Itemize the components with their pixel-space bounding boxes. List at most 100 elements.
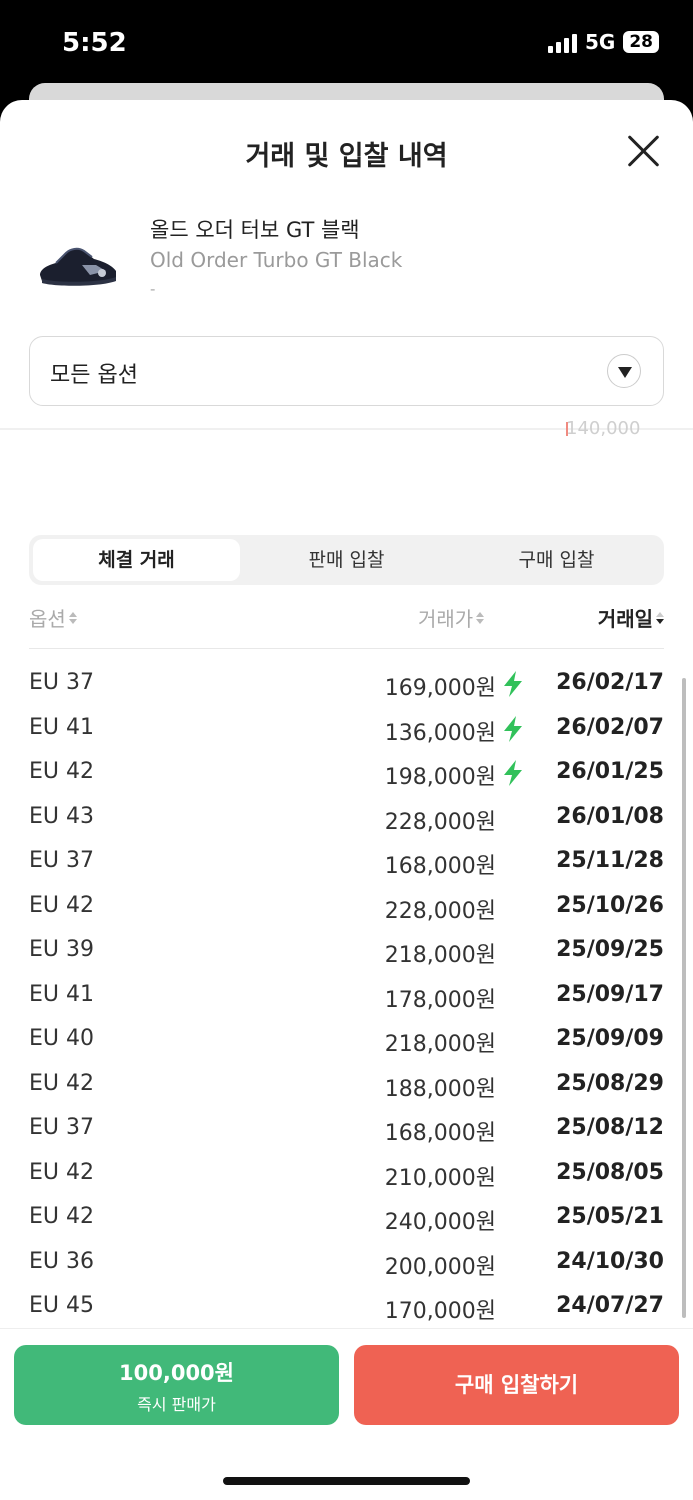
table-row: EU 41 178,000원 25/09/17 bbox=[29, 974, 664, 1019]
option-select[interactable]: 모든 옵션 bbox=[29, 336, 664, 406]
row-date: 25/08/29 bbox=[556, 1070, 664, 1096]
tab-sell-bids[interactable]: 판매 입찰 bbox=[243, 539, 450, 581]
row-price: 136,000원 bbox=[384, 720, 496, 746]
row-date: 25/11/28 bbox=[556, 848, 664, 873]
row-date: 25/05/21 bbox=[556, 1204, 664, 1229]
instant-sell-label: 즉시 판매가 bbox=[137, 1395, 216, 1414]
row-price: 218,000원 bbox=[384, 1032, 496, 1057]
row-option: EU 41 bbox=[29, 714, 94, 740]
table-row: EU 42 210,000원 25/08/05 bbox=[29, 1152, 664, 1197]
row-price: 188,000원 bbox=[384, 1076, 496, 1102]
column-header-date-label: 거래일 bbox=[597, 607, 653, 631]
instant-sell-price: 100,000원 bbox=[119, 1361, 234, 1385]
status-time: 5:52 bbox=[62, 28, 127, 58]
row-date: 25/09/09 bbox=[556, 1026, 664, 1051]
trade-list: EU 37 169,000원 26/02/17 EU 41 136,000원 26/02/… bbox=[29, 662, 664, 1330]
table-row: EU 43 228,000원 26/01/08 bbox=[29, 796, 664, 841]
row-date: 25/09/25 bbox=[556, 937, 664, 962]
row-price: 178,000원 bbox=[384, 987, 496, 1013]
product-image bbox=[40, 247, 116, 286]
row-option: EU 42 bbox=[29, 759, 94, 784]
instant-sell-button[interactable]: 100,000원 즉시 판매가 bbox=[14, 1345, 339, 1425]
row-date: 26/02/07 bbox=[556, 714, 664, 740]
home-indicator bbox=[223, 1477, 470, 1485]
column-header-price[interactable]: 거래가 bbox=[418, 603, 485, 632]
page-title: 거래 및 입찰 내역 bbox=[245, 141, 448, 172]
column-header-date[interactable]: 거래일 bbox=[598, 603, 664, 632]
column-header-option[interactable]: 옵션 bbox=[29, 603, 77, 632]
status-indicators: 5G 28 bbox=[547, 30, 659, 54]
table-row: EU 41 136,000원 26/02/07 bbox=[29, 707, 664, 752]
row-price: 168,000원 bbox=[384, 854, 496, 879]
status-bar: 5:52 5G 28 bbox=[0, 0, 693, 90]
row-price: 218,000원 bbox=[384, 943, 496, 968]
table-row: EU 42 240,000원 25/05/21 bbox=[29, 1196, 664, 1241]
sort-icon bbox=[68, 611, 77, 624]
table-row: EU 37 168,000원 25/11/28 bbox=[29, 840, 664, 885]
row-option: EU 37 bbox=[29, 1115, 94, 1140]
row-price: 228,000원 bbox=[384, 809, 496, 835]
table-row: EU 36 200,000원 24/10/30 bbox=[29, 1241, 664, 1286]
row-price: 200,000원 bbox=[384, 1254, 496, 1280]
product-name-korean: 올드 오더 터보 GT 블랙 bbox=[150, 218, 360, 242]
table-row: EU 42 188,000원 25/08/29 bbox=[29, 1063, 664, 1108]
table-row: EU 37 168,000원 25/08/12 bbox=[29, 1107, 664, 1152]
row-option: EU 45 bbox=[29, 1293, 94, 1318]
row-option: EU 37 bbox=[29, 670, 94, 695]
row-option: EU 37 bbox=[29, 848, 94, 873]
sort-desc-icon bbox=[656, 611, 664, 624]
row-option: EU 42 bbox=[29, 1159, 94, 1185]
row-price: 228,000원 bbox=[384, 898, 496, 924]
row-date: 26/02/17 bbox=[556, 670, 664, 695]
sort-icon bbox=[476, 611, 485, 624]
row-date: 25/09/17 bbox=[556, 981, 664, 1007]
battery-icon: 28 bbox=[623, 31, 659, 53]
option-select-value: 모든 옵션 bbox=[50, 363, 138, 388]
column-header-option-label: 옵션 bbox=[29, 607, 66, 631]
row-date: 25/10/26 bbox=[556, 892, 664, 918]
tab-buy-bids[interactable]: 구매 입찰 bbox=[453, 539, 660, 581]
scrollbar[interactable] bbox=[682, 678, 686, 1318]
row-price: 170,000원 bbox=[384, 1299, 496, 1324]
table-row: EU 37 169,000원 26/02/17 bbox=[29, 662, 664, 707]
row-option: EU 42 bbox=[29, 892, 94, 918]
tab-completed-trades[interactable]: 체결 거래 bbox=[33, 539, 240, 581]
row-price: 240,000원 bbox=[384, 1210, 496, 1235]
buy-bid-button[interactable]: 구매 입찰하기 bbox=[354, 1345, 679, 1425]
lightning-bolt-icon bbox=[504, 671, 522, 697]
table-row: EU 42 198,000원 26/01/25 bbox=[29, 751, 664, 796]
close-icon[interactable] bbox=[622, 130, 664, 172]
network-label: 5G bbox=[584, 30, 616, 54]
signal-icon bbox=[547, 31, 577, 53]
row-option: EU 43 bbox=[29, 803, 94, 829]
row-date: 25/08/12 bbox=[556, 1115, 664, 1140]
product-name-english: Old Order Turbo GT Black bbox=[150, 248, 403, 272]
table-row: EU 40 218,000원 25/09/09 bbox=[29, 1018, 664, 1063]
chart-peek-value: 140,000 bbox=[566, 418, 641, 439]
row-option: EU 41 bbox=[29, 981, 94, 1007]
row-option: EU 40 bbox=[29, 1026, 94, 1051]
row-price: 198,000원 bbox=[384, 765, 496, 790]
row-date: 24/07/27 bbox=[556, 1293, 664, 1318]
row-option: EU 39 bbox=[29, 937, 94, 962]
lightning-bolt-icon bbox=[504, 760, 522, 786]
column-header-price-label: 거래가 bbox=[418, 607, 474, 631]
row-date: 24/10/30 bbox=[556, 1248, 664, 1274]
row-option: EU 42 bbox=[29, 1204, 94, 1229]
bottom-action-bar: 100,000원 즉시 판매가 구매 입찰하기 bbox=[0, 1328, 693, 1500]
trade-tabs: 체결 거래 판매 입찰 구매 입찰 bbox=[29, 535, 664, 585]
row-date: 26/01/25 bbox=[556, 759, 664, 784]
trade-history-sheet: 거래 및 입찰 내역 올드 오더 터보 GT 블랙 Old Order Turb… bbox=[0, 100, 693, 1500]
row-price: 168,000원 bbox=[384, 1121, 496, 1146]
row-date: 26/01/08 bbox=[556, 803, 664, 829]
product-subtext: - bbox=[150, 280, 156, 298]
row-price: 169,000원 bbox=[384, 676, 496, 701]
row-price: 210,000원 bbox=[384, 1165, 496, 1191]
table-row: EU 45 170,000원 24/07/27 bbox=[29, 1285, 664, 1330]
row-date: 25/08/05 bbox=[556, 1159, 664, 1185]
table-header-divider bbox=[29, 648, 664, 649]
table-row: EU 39 218,000원 25/09/25 bbox=[29, 929, 664, 974]
row-option: EU 42 bbox=[29, 1070, 94, 1096]
row-option: EU 36 bbox=[29, 1248, 94, 1274]
chevron-down-icon bbox=[607, 354, 641, 388]
